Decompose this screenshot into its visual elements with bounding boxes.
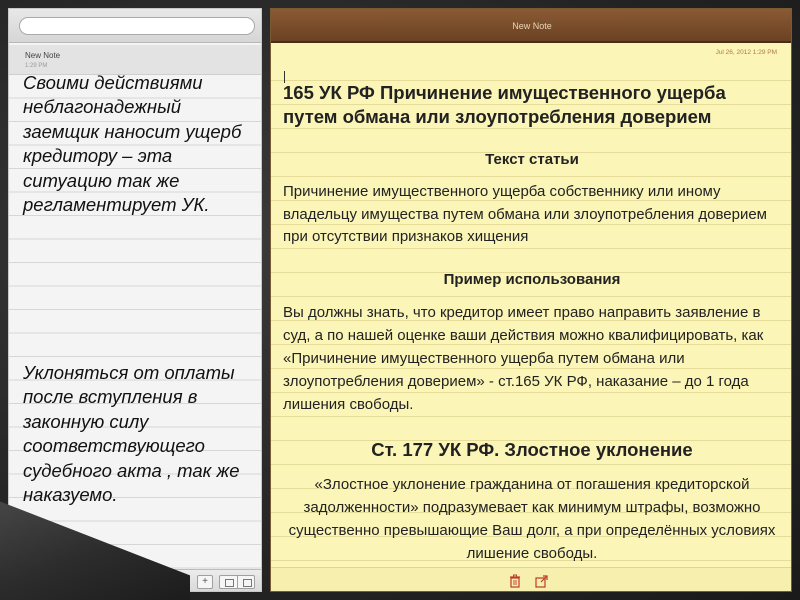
note-subheading-text[interactable]: Текст статьи [271, 151, 791, 168]
note-header-title: New Note [512, 21, 552, 31]
note-header: New Note [271, 9, 791, 43]
note-list-item-time: 1:29 PM [25, 63, 48, 69]
note-heading-177[interactable]: Ст. 177 УК РФ. Злостное уклонение [271, 439, 791, 461]
note-heading-165[interactable]: 165 УК РФ Причинение имущественного ущер… [283, 81, 783, 129]
add-note-button[interactable]: + [197, 575, 213, 589]
grid-view-icon[interactable] [238, 576, 255, 588]
view-toggle[interactable] [219, 575, 255, 589]
list-view-icon[interactable] [220, 576, 238, 588]
sidebar-text-block-2: Уклоняться от оплаты после вступления в … [23, 362, 240, 506]
notes-sidebar: New Note 1:29 PM Своими действиями небла… [8, 8, 262, 592]
note-subheading-example[interactable]: Пример использования [271, 271, 791, 288]
search-bar [9, 9, 261, 43]
note-footer [271, 567, 791, 591]
note-list-item-title: New Note [25, 51, 61, 60]
note-body-example[interactable]: Вы должны знать, что кредитор имеет прав… [283, 301, 783, 416]
note-date: Jul 26, 2012 1:29 PM [715, 49, 777, 56]
trash-icon[interactable] [509, 574, 521, 588]
share-icon[interactable] [535, 574, 549, 588]
search-input[interactable] [19, 17, 255, 35]
note-body-177[interactable]: «Злостное уклонение гражданина от погаше… [277, 473, 787, 565]
sidebar-text-block-1: Своими действиями неблагонадежный заемщи… [23, 72, 242, 216]
note-body-article-text[interactable]: Причинение имущественного ущерба собстве… [283, 181, 783, 249]
note-editor: New Note Jul 26, 2012 1:29 PM 165 УК РФ … [270, 8, 792, 592]
